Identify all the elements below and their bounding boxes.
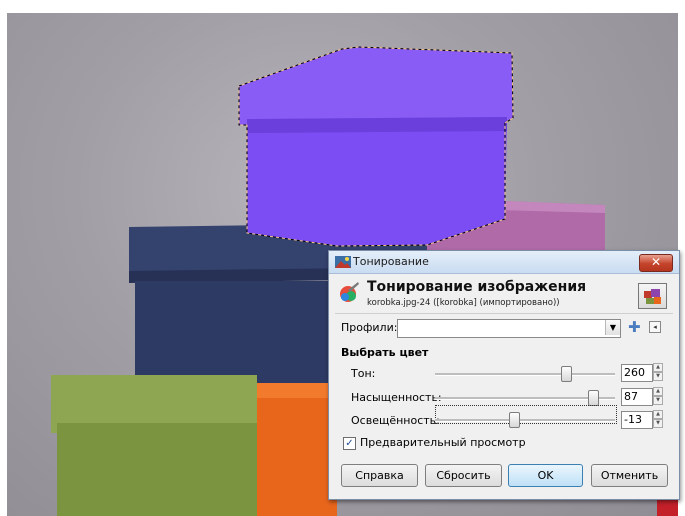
reset-button[interactable]: Сбросить <box>425 464 502 487</box>
dialog-titlebar[interactable]: Тонирование ✕ <box>329 251 679 274</box>
lightness-label: Освещённость: <box>351 414 440 427</box>
ok-button[interactable]: OK <box>508 464 583 487</box>
preview-checkbox[interactable]: ✓ <box>343 437 356 450</box>
hue-label: Тон: <box>351 367 376 380</box>
dialog-header-subtitle: korobka.jpg-24 ([korobka] (импортировано… <box>367 298 560 308</box>
chevron-down-icon[interactable]: ▼ <box>605 320 620 335</box>
cancel-button[interactable]: Отменить <box>591 464 668 487</box>
hue-slider-track[interactable] <box>435 373 615 376</box>
colorize-dialog: Тонирование ✕ Тонирование изображения ko… <box>328 250 680 500</box>
dialog-header-title: Тонирование изображения <box>367 279 587 295</box>
lightness-spin-arrows[interactable]: ▲ ▼ <box>653 410 663 428</box>
lightness-slider-track[interactable] <box>435 419 615 422</box>
saturation-slider-thumb[interactable] <box>587 390 599 406</box>
gimp-image-icon <box>335 256 351 268</box>
colorize-tool-icon <box>340 282 359 302</box>
image-preview-icon <box>638 283 667 309</box>
header-separator <box>335 313 673 314</box>
plus-icon[interactable]: ✚ <box>628 318 641 336</box>
close-icon: ✕ <box>650 255 662 269</box>
saturation-label: Насыщенность: <box>351 391 442 404</box>
section-title: Выбрать цвет <box>341 346 429 359</box>
profiles-combobox[interactable] <box>397 319 621 338</box>
saturation-spin-arrows[interactable]: ▲ ▼ <box>653 387 663 405</box>
lightness-slider-thumb[interactable] <box>509 412 521 428</box>
window-title: Тонирование <box>353 255 429 268</box>
hue-slider-thumb[interactable] <box>560 366 572 382</box>
lightness-value-field[interactable]: -13 <box>621 411 653 429</box>
saturation-value-field[interactable]: 87 <box>621 388 653 406</box>
help-button[interactable]: Справка <box>341 464 418 487</box>
hue-value-field[interactable]: 260 <box>621 364 653 382</box>
collapse-menu-icon[interactable]: ◂ <box>649 321 661 333</box>
profiles-label: Профили: <box>341 321 398 334</box>
close-button[interactable]: ✕ <box>639 254 673 272</box>
preview-checkbox-label[interactable]: Предварительный просмотр <box>360 436 526 449</box>
hue-spin-arrows[interactable]: ▲ ▼ <box>653 363 663 381</box>
